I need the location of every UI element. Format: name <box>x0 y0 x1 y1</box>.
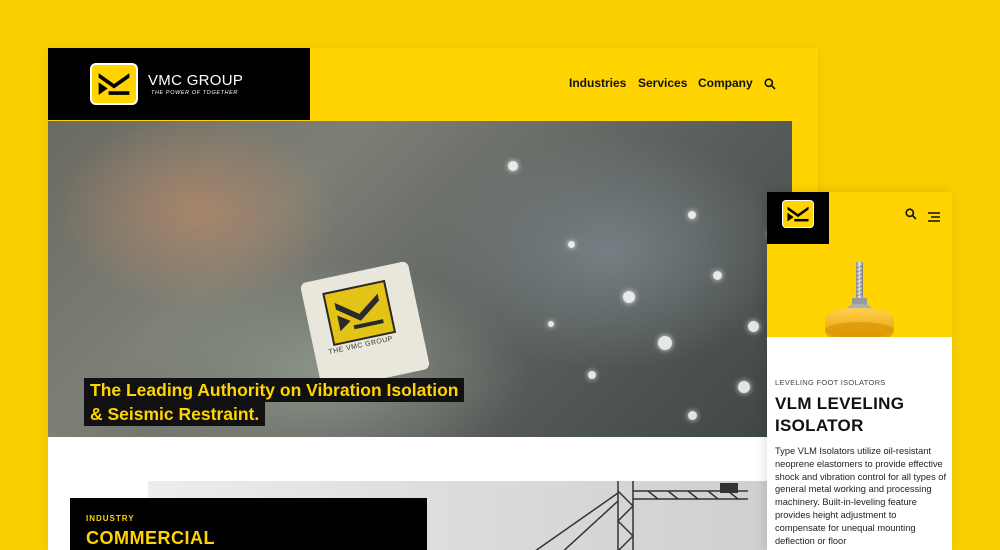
industry-label: INDUSTRY <box>86 514 135 523</box>
product-title: VLM LEVELING ISOLATOR <box>775 393 947 437</box>
product-title-line-2: ISOLATOR <box>775 416 864 435</box>
desktop-mockup: VMC GROUP THE POWER OF TOGETHER Industri… <box>48 48 818 550</box>
mobile-mockup: LEVELING FOOT ISOLATORS VLM LEVELING ISO… <box>767 192 952 550</box>
product-title-line-1: VLM LEVELING <box>775 394 905 413</box>
spark <box>508 161 518 171</box>
spark <box>688 211 696 219</box>
spark <box>568 241 575 248</box>
spark <box>588 371 596 379</box>
hero-title-line-1: The Leading Authority on Vibration Isola… <box>84 378 465 402</box>
brand-tagline: THE POWER OF TOGETHER <box>151 90 238 96</box>
content-section: INDUSTRY COMMERCIAL <box>48 437 818 550</box>
product-description: Type VLM Isolators utilize oil-resistant… <box>775 446 947 546</box>
spark <box>713 271 722 280</box>
leveling-isolator-illustration <box>825 262 894 337</box>
hero-banner: THE VMC GROUP The Leading Authority on V… <box>48 121 792 437</box>
hero-title-line-2: & Seismic Restraint. <box>84 402 266 426</box>
product-category: LEVELING FOOT ISOLATORS <box>775 378 886 387</box>
spark <box>738 381 750 393</box>
spark <box>748 321 759 332</box>
hero-title: The Leading Authority on Vibration Isola… <box>84 378 544 426</box>
spark <box>688 411 697 420</box>
spark <box>548 321 554 327</box>
desktop-header: VMC GROUP THE POWER OF TOGETHER Industri… <box>48 48 818 120</box>
uniform-patch: THE VMC GROUP <box>299 260 431 392</box>
industry-card[interactable]: INDUSTRY COMMERCIAL <box>70 498 427 550</box>
nav-services[interactable]: Services <box>638 76 687 90</box>
brand-name: VMC GROUP <box>148 72 244 89</box>
spark <box>658 336 672 350</box>
product-image <box>767 244 952 337</box>
nav-company[interactable]: Company <box>698 76 753 90</box>
product-details: LEVELING FOOT ISOLATORS VLM LEVELING ISO… <box>775 378 947 547</box>
nav-industries[interactable]: Industries <box>569 76 626 90</box>
vmc-logo-icon[interactable] <box>90 63 138 105</box>
search-icon[interactable] <box>764 77 776 90</box>
industry-title: COMMERCIAL <box>86 528 215 548</box>
desktop-logo-area[interactable]: VMC GROUP THE POWER OF TOGETHER <box>48 48 310 120</box>
spark <box>623 291 635 303</box>
